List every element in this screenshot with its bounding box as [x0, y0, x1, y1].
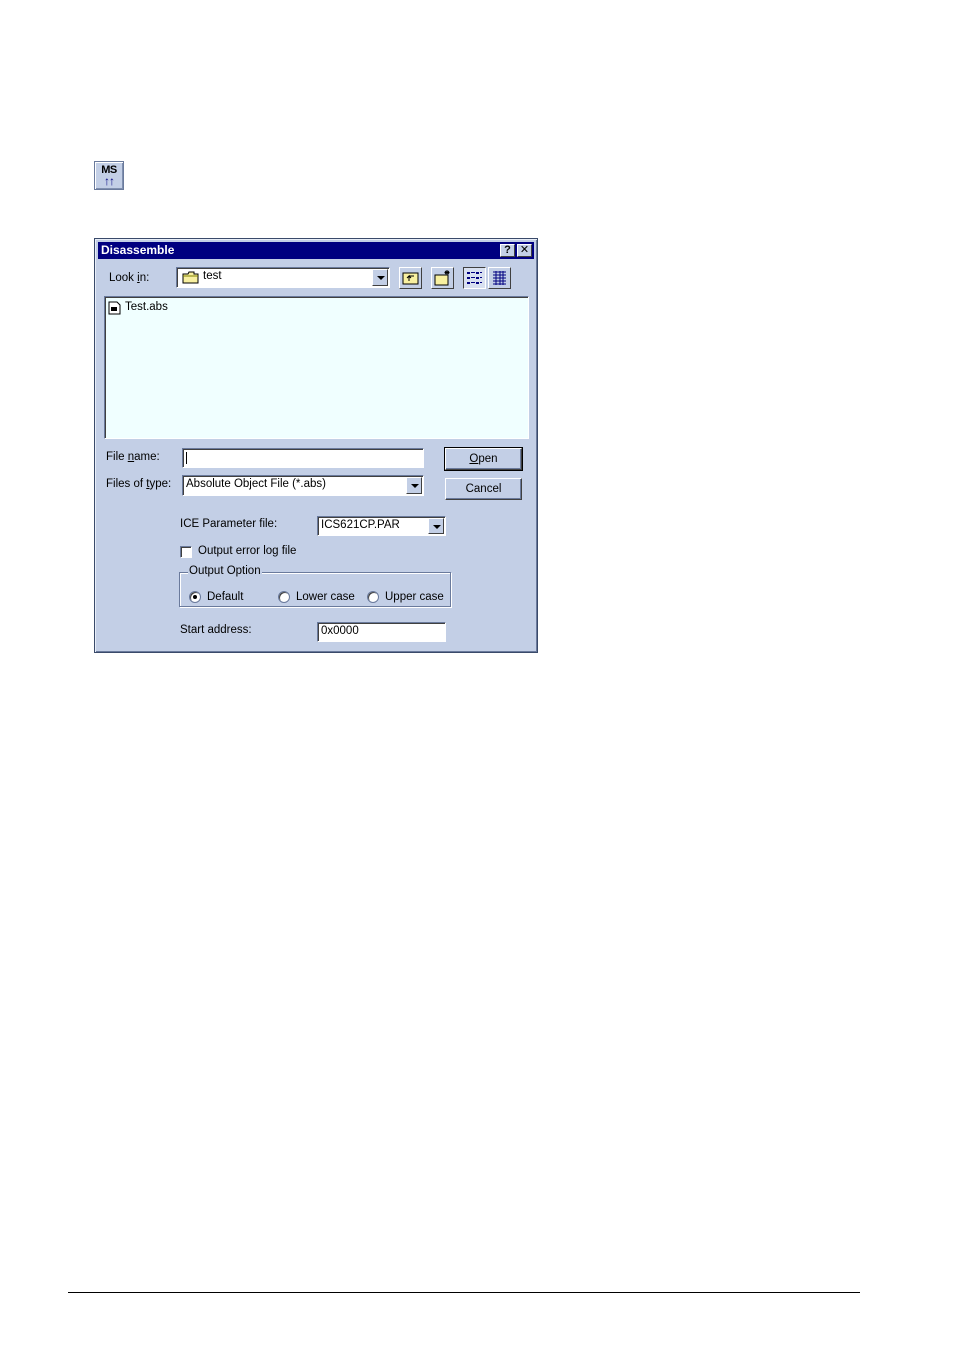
radio-default-label[interactable]: Default [207, 591, 243, 603]
file-list[interactable]: Test.abs [104, 296, 529, 439]
up-one-level-button[interactable] [399, 267, 422, 289]
radio-lower-case[interactable] [278, 591, 290, 603]
radio-default[interactable] [189, 591, 201, 603]
create-new-folder-icon [434, 270, 450, 286]
ice-parameter-label: ICE Parameter file: [180, 518, 278, 530]
start-address-value: 0x0000 [321, 625, 359, 637]
output-error-log-label[interactable]: Output error log file [198, 545, 296, 557]
radio-lower-case-label[interactable]: Lower case [296, 591, 355, 603]
look-in-combo[interactable]: test [176, 267, 390, 288]
start-address-input[interactable]: 0x0000 [317, 622, 446, 642]
close-button[interactable]: ✕ [517, 244, 532, 257]
details-view-icon [493, 271, 506, 285]
disassemble-dialog: Disassemble ? ✕ Look in: test Test.abs F… [94, 238, 538, 653]
output-option-legend: Output Option [188, 565, 262, 577]
details-view-button[interactable] [488, 267, 511, 289]
open-button[interactable]: Open [444, 447, 523, 471]
ice-parameter-dropdown-arrow[interactable] [428, 518, 444, 534]
ice-parameter-select[interactable]: ICS621CP.PAR [317, 516, 446, 536]
create-new-folder-button[interactable] [431, 267, 454, 289]
radio-upper-case-label[interactable]: Upper case [385, 591, 444, 603]
files-of-type-label: Files of type: [106, 478, 172, 490]
radio-upper-case[interactable] [367, 591, 379, 603]
start-address-label: Start address: [180, 624, 252, 636]
text-caret [186, 452, 187, 464]
file-name-label: File name: [106, 451, 160, 463]
files-of-type-dropdown-arrow[interactable] [406, 477, 422, 494]
file-name-input[interactable] [182, 448, 424, 468]
title-bar[interactable]: Disassemble ? ✕ [98, 242, 534, 259]
help-button[interactable]: ? [500, 244, 515, 257]
ice-parameter-value: ICS621CP.PAR [321, 519, 400, 531]
file-name-text: Test.abs [125, 301, 168, 313]
dialog-title: Disassemble [101, 243, 175, 257]
files-of-type-select[interactable]: Absolute Object File (*.abs) [182, 475, 424, 496]
file-icon [108, 301, 121, 315]
arrows-up-icon: ↑↑ [104, 174, 115, 188]
list-view-icon [467, 272, 482, 284]
cancel-button[interactable]: Cancel [445, 478, 522, 500]
look-in-dropdown-arrow[interactable] [372, 269, 388, 286]
look-in-value: test [203, 270, 222, 282]
list-view-button[interactable] [463, 267, 486, 289]
footer-rule [68, 1292, 860, 1293]
files-of-type-value: Absolute Object File (*.abs) [186, 478, 326, 490]
up-one-level-icon [402, 272, 419, 285]
output-error-log-checkbox[interactable] [180, 546, 192, 558]
close-icon: ✕ [519, 244, 530, 256]
disassemble-toolbar-icon[interactable]: MS ↑↑ [94, 161, 124, 190]
folder-icon [182, 271, 199, 284]
look-in-label: Look in: [109, 272, 150, 284]
help-icon: ? [504, 244, 511, 256]
